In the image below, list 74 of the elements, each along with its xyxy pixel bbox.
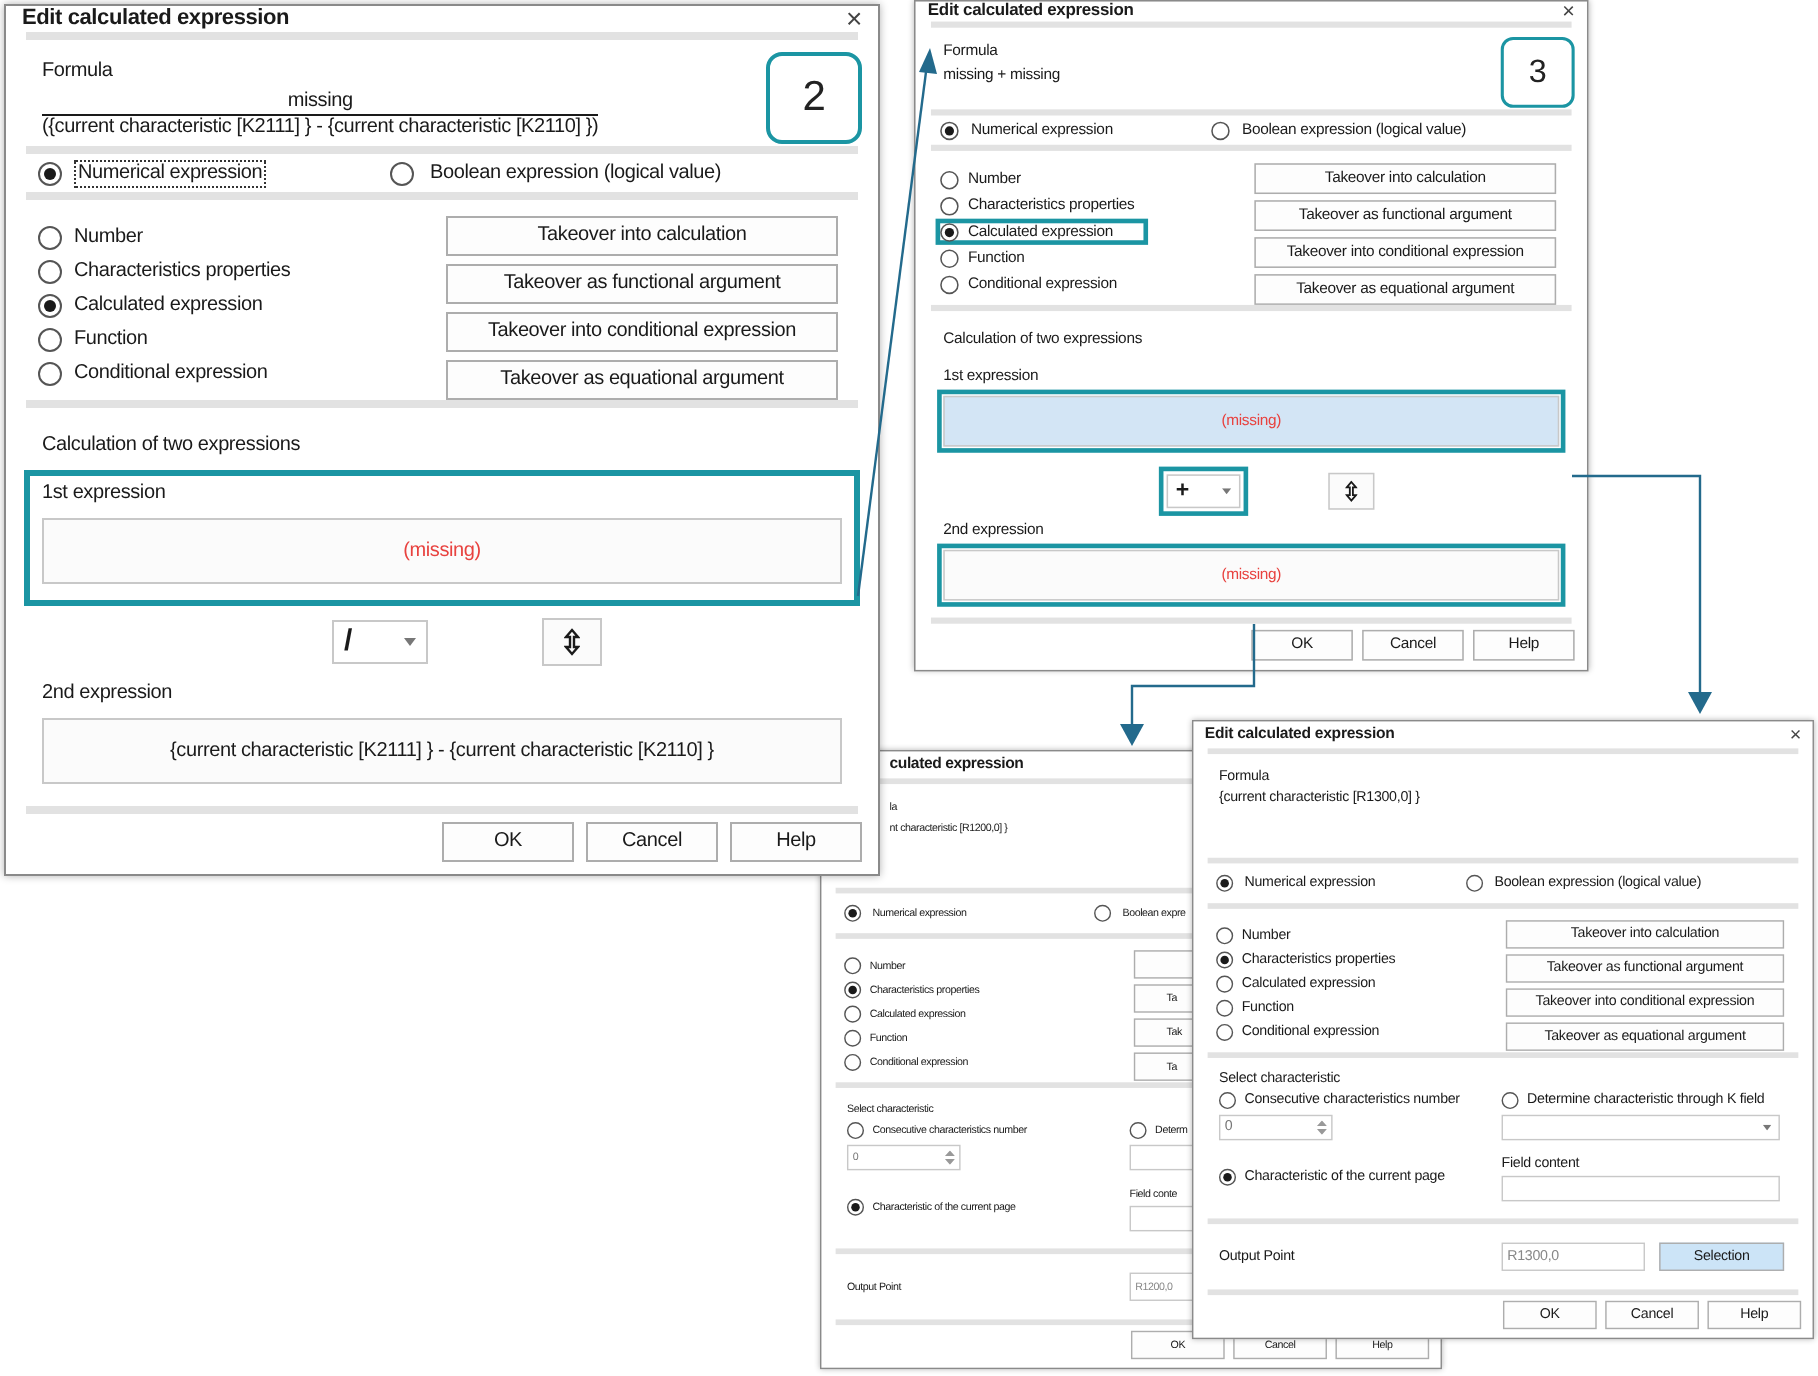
option-label: Boolean expression (logical value) [428,159,724,188]
option-label: Numerical expression [74,159,267,188]
operator-dropdown[interactable]: / [332,620,428,664]
caret-icon [404,638,416,646]
dialog-button[interactable]: Cancel [586,822,718,862]
takeover-button[interactable]: Takeover as equational argument [446,360,838,400]
radio-button[interactable] [940,222,959,241]
radio-button[interactable] [38,225,62,249]
option-label: Conditional expression [74,361,268,385]
radio-button[interactable] [1216,951,1234,969]
takeover-button[interactable]: Takeover into conditional expression [446,312,838,352]
swap-button[interactable] [542,618,602,666]
radio-button[interactable] [1129,1122,1147,1140]
formula-label: Formula [42,59,115,84]
radio-button[interactable] [940,170,959,189]
caret-icon [1222,488,1232,495]
close-button[interactable]: × [846,6,862,31]
radio-button[interactable] [940,248,959,268]
radio-button[interactable] [940,120,959,140]
radio-button[interactable] [1211,120,1230,140]
swap-icon [564,628,580,656]
field-content-input[interactable] [1501,1175,1780,1202]
radio-button[interactable] [1219,1168,1236,1186]
takeover-button[interactable]: Takeover into calculation [446,216,838,256]
radio-button[interactable] [1094,905,1112,923]
radio-button[interactable] [1466,875,1484,893]
radio-button[interactable] [1216,927,1234,945]
radio-button[interactable] [38,259,62,283]
expression-field[interactable]: (missing) [42,518,842,584]
radio-button[interactable] [844,981,862,999]
field-label: 1st expression [42,480,168,506]
radio-button[interactable] [38,293,62,317]
radio-button[interactable] [38,361,62,385]
caret-icon [1762,1124,1772,1131]
radio-button[interactable] [844,1005,862,1023]
radio-button[interactable] [844,1029,862,1047]
section-title: Calculation of two expressions [42,432,303,458]
radio-button[interactable] [38,161,62,186]
radio-button[interactable] [847,1122,864,1140]
swap-button[interactable] [1328,472,1375,510]
window-title: Edit calculated expression [927,2,1134,21]
formula-fraction: missing ({current characteristic [K2111] } - {current characteristic [K2110] }) [42,89,599,140]
radio-button[interactable] [844,905,862,923]
radio-button[interactable] [940,196,959,215]
spinner-icon [944,1150,955,1165]
radio-button[interactable] [1501,1092,1519,1110]
field-label: 2nd expression [42,680,175,706]
option-label: Function [74,327,148,351]
option-label: Number [74,225,143,249]
radio-button[interactable] [847,1198,864,1216]
step-badge: 2 [766,51,862,144]
radio-button[interactable] [390,161,414,186]
radio-button[interactable] [844,957,862,975]
dialog-button[interactable]: Help [730,822,862,862]
radio-button[interactable] [1216,999,1234,1017]
dialog-button[interactable]: OK [442,822,574,862]
close-button[interactable]: × [1562,2,1575,21]
window-title: Edit calculated expression [22,6,290,31]
option-label: Characteristics properties [74,259,291,283]
operator-dropdown[interactable]: + [1166,474,1241,509]
radio-button[interactable] [1216,1023,1234,1041]
radio-button[interactable] [38,327,62,351]
radio-button[interactable] [940,274,959,294]
radio-button[interactable] [1216,875,1234,893]
close-button[interactable]: × [1789,726,1802,744]
k-field-dropdown[interactable] [1501,1114,1780,1141]
expression-field[interactable]: {current characteristic [K2111] } - {current characteristic [K2110] } [42,718,842,784]
radio-button[interactable] [844,1053,862,1071]
radio-button[interactable] [1219,1092,1236,1110]
swap-icon [1345,480,1358,503]
option-label: Calculated expression [74,293,263,317]
radio-button[interactable] [1216,975,1234,993]
takeover-button[interactable]: Takeover as functional argument [446,264,838,304]
spinner-icon [1316,1120,1327,1135]
